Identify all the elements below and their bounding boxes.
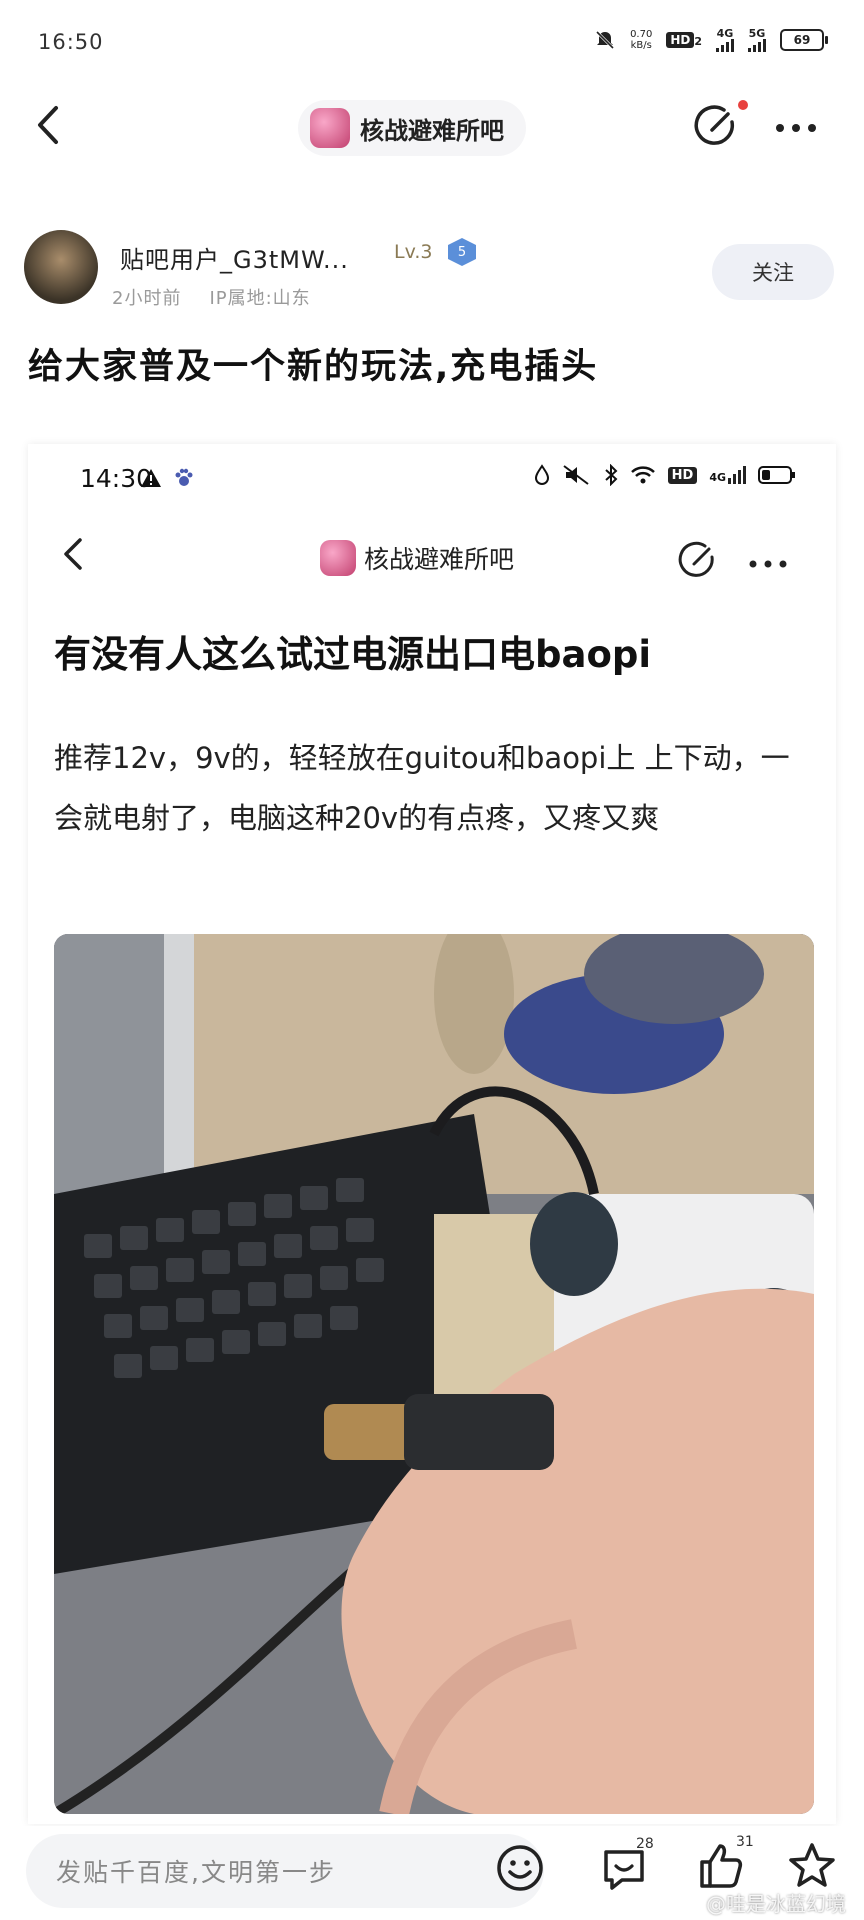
level-badge: 5 <box>448 238 476 266</box>
forum-name: 核战避难所吧 <box>360 116 504 145</box>
more-icon[interactable] <box>774 112 818 133</box>
paw-icon <box>175 468 193 486</box>
battery-icon <box>758 466 795 484</box>
signal-icon <box>748 39 766 52</box>
embedded-hd-badge: HD <box>667 466 698 484</box>
post-photo[interactable] <box>54 934 814 1814</box>
signal-icon <box>716 39 734 52</box>
embedded-status-right: HD 4G <box>534 464 796 486</box>
more-icon[interactable] <box>748 550 788 570</box>
embedded-network: 4G <box>709 471 726 484</box>
battery-icon: 69 <box>780 29 828 51</box>
battery-level: 69 <box>793 33 811 47</box>
author-username[interactable]: 贴吧用户_G3tMW... <box>120 240 349 275</box>
forum-avatar <box>310 108 350 148</box>
sim2-label: 5G <box>748 27 766 40</box>
edit-icon[interactable] <box>694 104 738 148</box>
embedded-forum-pill[interactable]: 核战避难所吧 <box>320 540 514 576</box>
warning-icon <box>141 469 161 487</box>
embedded-post-body: 推荐12v，9v的，轻轻放在guitou和baopi上 上下动，一会就电射了，电… <box>54 741 790 835</box>
forum-pill[interactable]: 核战避难所吧 <box>298 100 526 156</box>
ip-location: IP属地:山东 <box>209 288 311 309</box>
mute-bell-icon <box>596 30 615 50</box>
follow-button[interactable]: 关注 <box>712 244 834 300</box>
chevron-left-icon <box>64 538 82 570</box>
hd-sub: 2 <box>694 35 702 48</box>
post-title: 给大家普及一个新的玩法,充电插头 <box>28 347 599 387</box>
embedded-forum-name: 核战避难所吧 <box>364 545 515 574</box>
sim1-label: 4G <box>716 27 734 40</box>
embedded-post-title: 有没有人这么试过电源出口电baopi <box>54 633 652 676</box>
like-count: 31 <box>736 1834 754 1850</box>
embedded-status-left-icons <box>140 468 194 488</box>
notification-dot <box>738 100 748 110</box>
net-speed-unit: kB/s <box>630 40 652 51</box>
wifi-icon <box>630 466 655 484</box>
comment-count: 28 <box>636 1836 654 1852</box>
net-speed-value: 0.70 <box>630 29 653 40</box>
author-avatar[interactable] <box>24 230 98 304</box>
mute-icon <box>563 465 589 485</box>
status-time: 16:50 <box>38 30 104 54</box>
photo-content <box>54 934 814 1814</box>
signal-icon <box>728 466 746 484</box>
reply-input[interactable]: 发贴千百度,文明第一步 <box>26 1834 544 1908</box>
embedded-back-button[interactable] <box>60 532 86 586</box>
author-level: Lv.3 <box>394 241 433 263</box>
embedded-forum-avatar <box>320 540 356 576</box>
hd-badge: HD <box>666 32 695 48</box>
embedded-screenshot[interactable]: 14:30 HD 4G 核战避难所吧 有没有人这么试过电源出口电baopi 推荐… <box>28 444 836 1824</box>
back-button[interactable] <box>34 100 64 150</box>
drop-icon <box>534 464 549 485</box>
star-icon[interactable] <box>786 1840 838 1892</box>
chevron-left-icon <box>38 106 58 144</box>
post-time: 2小时前 <box>112 288 182 309</box>
edit-icon[interactable] <box>678 540 718 580</box>
watermark: @哇是冰蓝幻境 <box>706 1892 846 1916</box>
status-icons: 0.70 kB/s HD 2 4G 5G 69 <box>594 27 828 52</box>
bluetooth-icon <box>604 464 618 486</box>
emoji-icon[interactable] <box>494 1842 546 1894</box>
post-meta: 2小时前 IP属地:山东 <box>112 284 311 310</box>
